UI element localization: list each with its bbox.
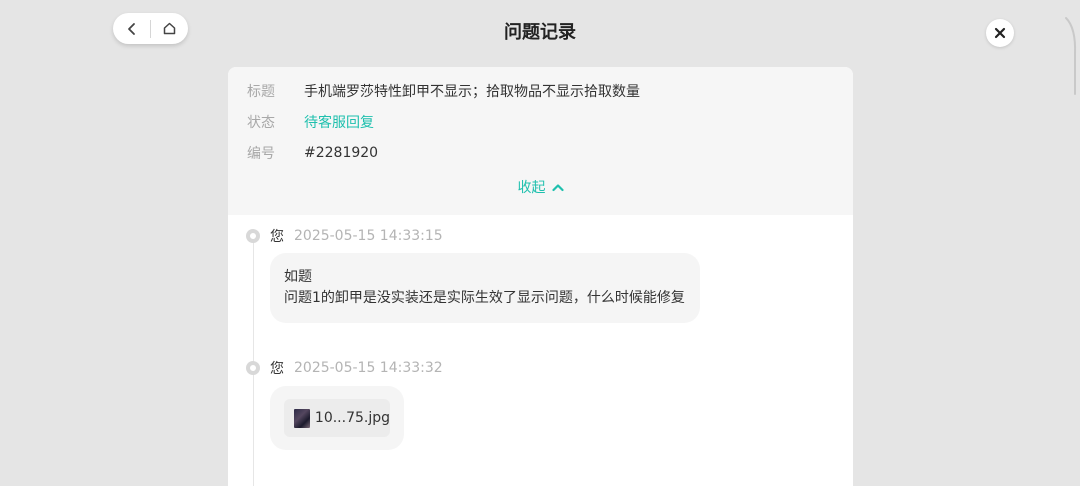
message-sender: 您 (270, 361, 284, 377)
ticket-title-label: 标题 (247, 84, 275, 100)
message-line: 如题 (284, 269, 312, 285)
message-header: 您 2025-05-15 14:33:15 (246, 226, 443, 246)
message-bubble: 10...75.jpg (270, 386, 404, 450)
ticket-status-label: 状态 (247, 115, 275, 131)
message-sender: 您 (270, 229, 284, 245)
close-button[interactable] (986, 19, 1014, 47)
collapse-toggle[interactable]: 收起 (228, 177, 853, 197)
message-time: 2025-05-15 14:33:32 (294, 360, 443, 376)
message-line: 问题1的卸甲是没实装还是实际生效了显示问题，什么时候能修复 (284, 290, 685, 306)
ticket-number-label: 编号 (247, 146, 275, 162)
ticket-info: 标题 手机端罗莎特性卸甲不显示；拾取物品不显示拾取数量 状态 待客服回复 编号 … (228, 67, 853, 215)
message-header: 您 2025-05-15 14:33:32 (246, 358, 443, 378)
chevron-up-icon (551, 183, 564, 191)
close-icon (994, 27, 1006, 39)
ticket-title-row: 标题 手机端罗莎特性卸甲不显示；拾取物品不显示拾取数量 (247, 81, 640, 101)
ticket-number-row: 编号 #2281920 (247, 143, 378, 163)
ticket-panel: 标题 手机端罗莎特性卸甲不显示；拾取物品不显示拾取数量 状态 待客服回复 编号 … (228, 67, 853, 486)
timeline-dot (246, 361, 260, 375)
message-time: 2025-05-15 14:33:15 (294, 228, 443, 244)
ticket-status-row: 状态 待客服回复 (247, 112, 374, 132)
message-bubble: 如题 问题1的卸甲是没实装还是实际生效了显示问题，什么时候能修复 (270, 253, 700, 323)
timeline-dot (246, 229, 260, 243)
ticket-title-value: 手机端罗莎特性卸甲不显示；拾取物品不显示拾取数量 (304, 84, 640, 100)
scroll-indicator (1065, 17, 1077, 95)
status-badge: 待客服回复 (304, 115, 374, 131)
image-thumbnail (294, 408, 310, 428)
attachment-file[interactable]: 10...75.jpg (284, 399, 390, 437)
page-title: 问题记录 (504, 22, 576, 43)
attachment-name: 10...75.jpg (314, 409, 390, 426)
ticket-number-value: #2281920 (304, 145, 379, 161)
collapse-label: 收起 (517, 180, 546, 196)
